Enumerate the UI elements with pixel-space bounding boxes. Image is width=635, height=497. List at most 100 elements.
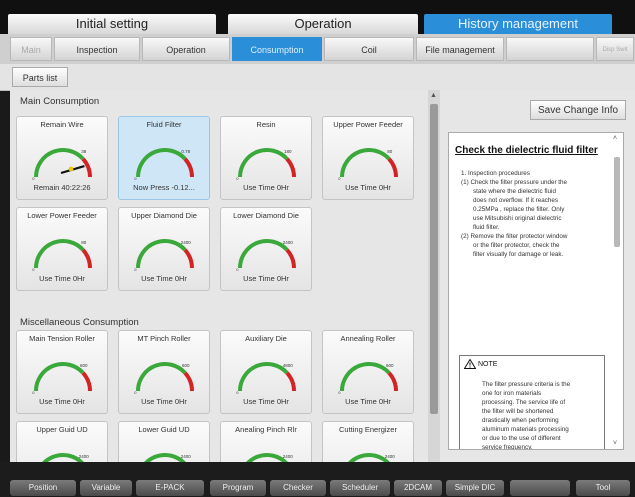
note-line: or due to the use of different: [482, 435, 561, 442]
gauge-title: Lower Diamond Die: [233, 211, 299, 220]
gauge-arc-red: [183, 248, 194, 269]
gauge-arc-green: [144, 453, 186, 462]
gauge-max-label: 80: [81, 240, 87, 245]
gauge-title: Lower Power Feeder: [27, 211, 97, 220]
gauge-card[interactable]: Upper Guid UD 24000: [16, 421, 108, 462]
gauge-card[interactable]: Lower Diamond Die 2400 0 Use Time 0Hr: [220, 207, 312, 291]
bottom-function-bar: Position Variable E-PACK Program Checker Sche…: [0, 462, 635, 497]
misc-consumption-heading: Miscellaneous Consumption: [20, 317, 139, 328]
gauge-max-label: 600: [386, 363, 394, 368]
subtab-file-management[interactable]: File management: [416, 37, 504, 61]
gauge-dial: 24000: [348, 453, 395, 462]
doc-title: Check the dielectric fluid filter: [455, 145, 598, 156]
gauge-value: Use Time 0Hr: [141, 274, 187, 283]
bottom-button[interactable]: Position: [10, 480, 76, 496]
doc-line: (1) Check the filter pressure under the: [461, 179, 568, 186]
gauge-arc-green: [246, 453, 288, 462]
gauge-dial: 800: [338, 148, 398, 181]
gauge-card[interactable]: Fluid Filter 0.78 0 Now Press -0.12...: [118, 116, 210, 200]
gauge-dial: 24000: [134, 239, 194, 272]
gauge-card[interactable]: Cutting Energizer 24000: [322, 421, 414, 462]
tab-initial-setting[interactable]: Initial setting: [8, 14, 216, 34]
doc-scrollbar[interactable]: ˄ ˅: [613, 135, 621, 447]
gauge-arc-green: [238, 362, 289, 392]
gauge-max-label: 600: [80, 363, 88, 368]
gauge-title: Anealing Pinch Rlr: [235, 425, 297, 434]
gauge-max-label: 2400: [181, 240, 192, 245]
gauge-max-label: 4800: [283, 363, 294, 368]
gauge-arc-green: [136, 148, 187, 178]
gauge-value: Use Time 0Hr: [243, 397, 289, 406]
gauge-max-label: 0.78: [181, 149, 190, 154]
scroll-up-arrow-icon[interactable]: ▲: [430, 92, 437, 99]
subtab-consumption[interactable]: Consumption: [232, 37, 322, 61]
bottom-button[interactable]: Variable: [80, 480, 132, 496]
subtab-main[interactable]: Main: [10, 37, 52, 61]
gauge-max-label: 38: [81, 149, 87, 154]
gauge-dial: 6000: [338, 362, 398, 395]
gauge-arc-red: [285, 157, 296, 178]
gauge-title: Annealing Roller: [340, 334, 396, 343]
consumption-scrollbar[interactable]: ▲: [428, 90, 440, 462]
doc-line: state where the dielectric fluid: [473, 188, 556, 195]
save-change-info-button[interactable]: Save Change Info: [530, 100, 626, 120]
parts-list-button[interactable]: Parts list: [12, 67, 68, 87]
gauge-card[interactable]: Lower Guid UD 24000: [118, 421, 210, 462]
gauge-value: Use Time 0Hr: [39, 274, 85, 283]
gauge-max-label: 2400: [283, 240, 294, 245]
gauge-dial: 800: [32, 239, 92, 272]
gauge-title: MT Pinch Roller: [137, 334, 191, 343]
bottom-button[interactable]: E-PACK: [136, 480, 204, 496]
gauge-arc-red: [81, 248, 92, 269]
gauge-value: Use Time 0Hr: [345, 183, 391, 192]
gauge-card[interactable]: Remain Wire 38 0 Remain 40:22:26: [16, 116, 108, 200]
note-text: The filter pressure criteria is the one f…: [482, 380, 600, 449]
subtab-inspection[interactable]: Inspection: [54, 37, 140, 61]
gauge-title: Upper Guid UD: [36, 425, 88, 434]
gauge-card[interactable]: Main Tension Roller 600 0 Use Time 0Hr: [16, 330, 108, 414]
doc-scrollbar-thumb[interactable]: [614, 157, 620, 247]
gauge-dial: 24000: [246, 453, 293, 462]
tab-history-management[interactable]: History management: [424, 14, 612, 34]
gauge-title: Lower Guid UD: [138, 425, 190, 434]
gauge-value: Use Time 0Hr: [243, 274, 289, 283]
tab-operation[interactable]: Operation: [228, 14, 418, 34]
gauge-arc-red: [285, 371, 296, 392]
gauge-value: Use Time 0Hr: [345, 397, 391, 406]
bottom-button[interactable]: Scheduler: [330, 480, 390, 496]
note-box: NOTE The filter pressure criteria is the…: [459, 355, 605, 449]
gauge-max-label: 180: [284, 149, 292, 154]
subtab-blank[interactable]: [506, 37, 594, 61]
doc-scroll-up-icon[interactable]: ˄: [613, 135, 617, 142]
bottom-button[interactable]: Tool: [576, 480, 630, 496]
subtab-operation[interactable]: Operation: [142, 37, 230, 61]
gauge-title: Upper Diamond Die: [131, 211, 197, 220]
gauge-dial: 6000: [32, 362, 92, 395]
gauge-card[interactable]: Upper Power Feeder 80 0 Use Time 0Hr: [322, 116, 414, 200]
bottom-button[interactable]: Simple DIC: [446, 480, 504, 496]
gauge-arc-green: [34, 362, 85, 392]
gauge-card[interactable]: Auxiliary Die 4800 0 Use Time 0Hr: [220, 330, 312, 414]
gauge-card[interactable]: Annealing Roller 600 0 Use Time 0Hr: [322, 330, 414, 414]
gauge-arc-red: [81, 157, 92, 178]
doc-line: or the filter protector, check the: [473, 242, 560, 249]
subtab-disp-switch[interactable]: Disp Swit: [596, 37, 634, 61]
gauge-card[interactable]: Anealing Pinch Rlr 24000: [220, 421, 312, 462]
gauge-dial: 380: [32, 148, 92, 181]
gauge-card[interactable]: Resin 180 0 Use Time 0Hr: [220, 116, 312, 200]
bottom-button[interactable]: Program: [210, 480, 266, 496]
doc-scroll-down-icon[interactable]: ˅: [613, 440, 617, 447]
bottom-button[interactable]: Checker: [270, 480, 326, 496]
gauge-card[interactable]: Lower Power Feeder 80 0 Use Time 0Hr: [16, 207, 108, 291]
subtab-coil[interactable]: Coil: [324, 37, 414, 61]
gauge-max-label: 600: [182, 363, 190, 368]
doc-line: 1. Inspection procedures: [461, 170, 530, 177]
gauge-card[interactable]: MT Pinch Roller 600 0 Use Time 0Hr: [118, 330, 210, 414]
gauge-arc-green: [34, 148, 85, 178]
bottom-button[interactable]: 2DCAM: [394, 480, 442, 496]
gauge-card[interactable]: Upper Diamond Die 2400 0 Use Time 0Hr: [118, 207, 210, 291]
note-line: The filter pressure criteria is the: [482, 381, 571, 388]
gauge-arc-green: [136, 362, 187, 392]
bottom-button[interactable]: [510, 480, 570, 496]
scrollbar-thumb[interactable]: [430, 104, 438, 414]
